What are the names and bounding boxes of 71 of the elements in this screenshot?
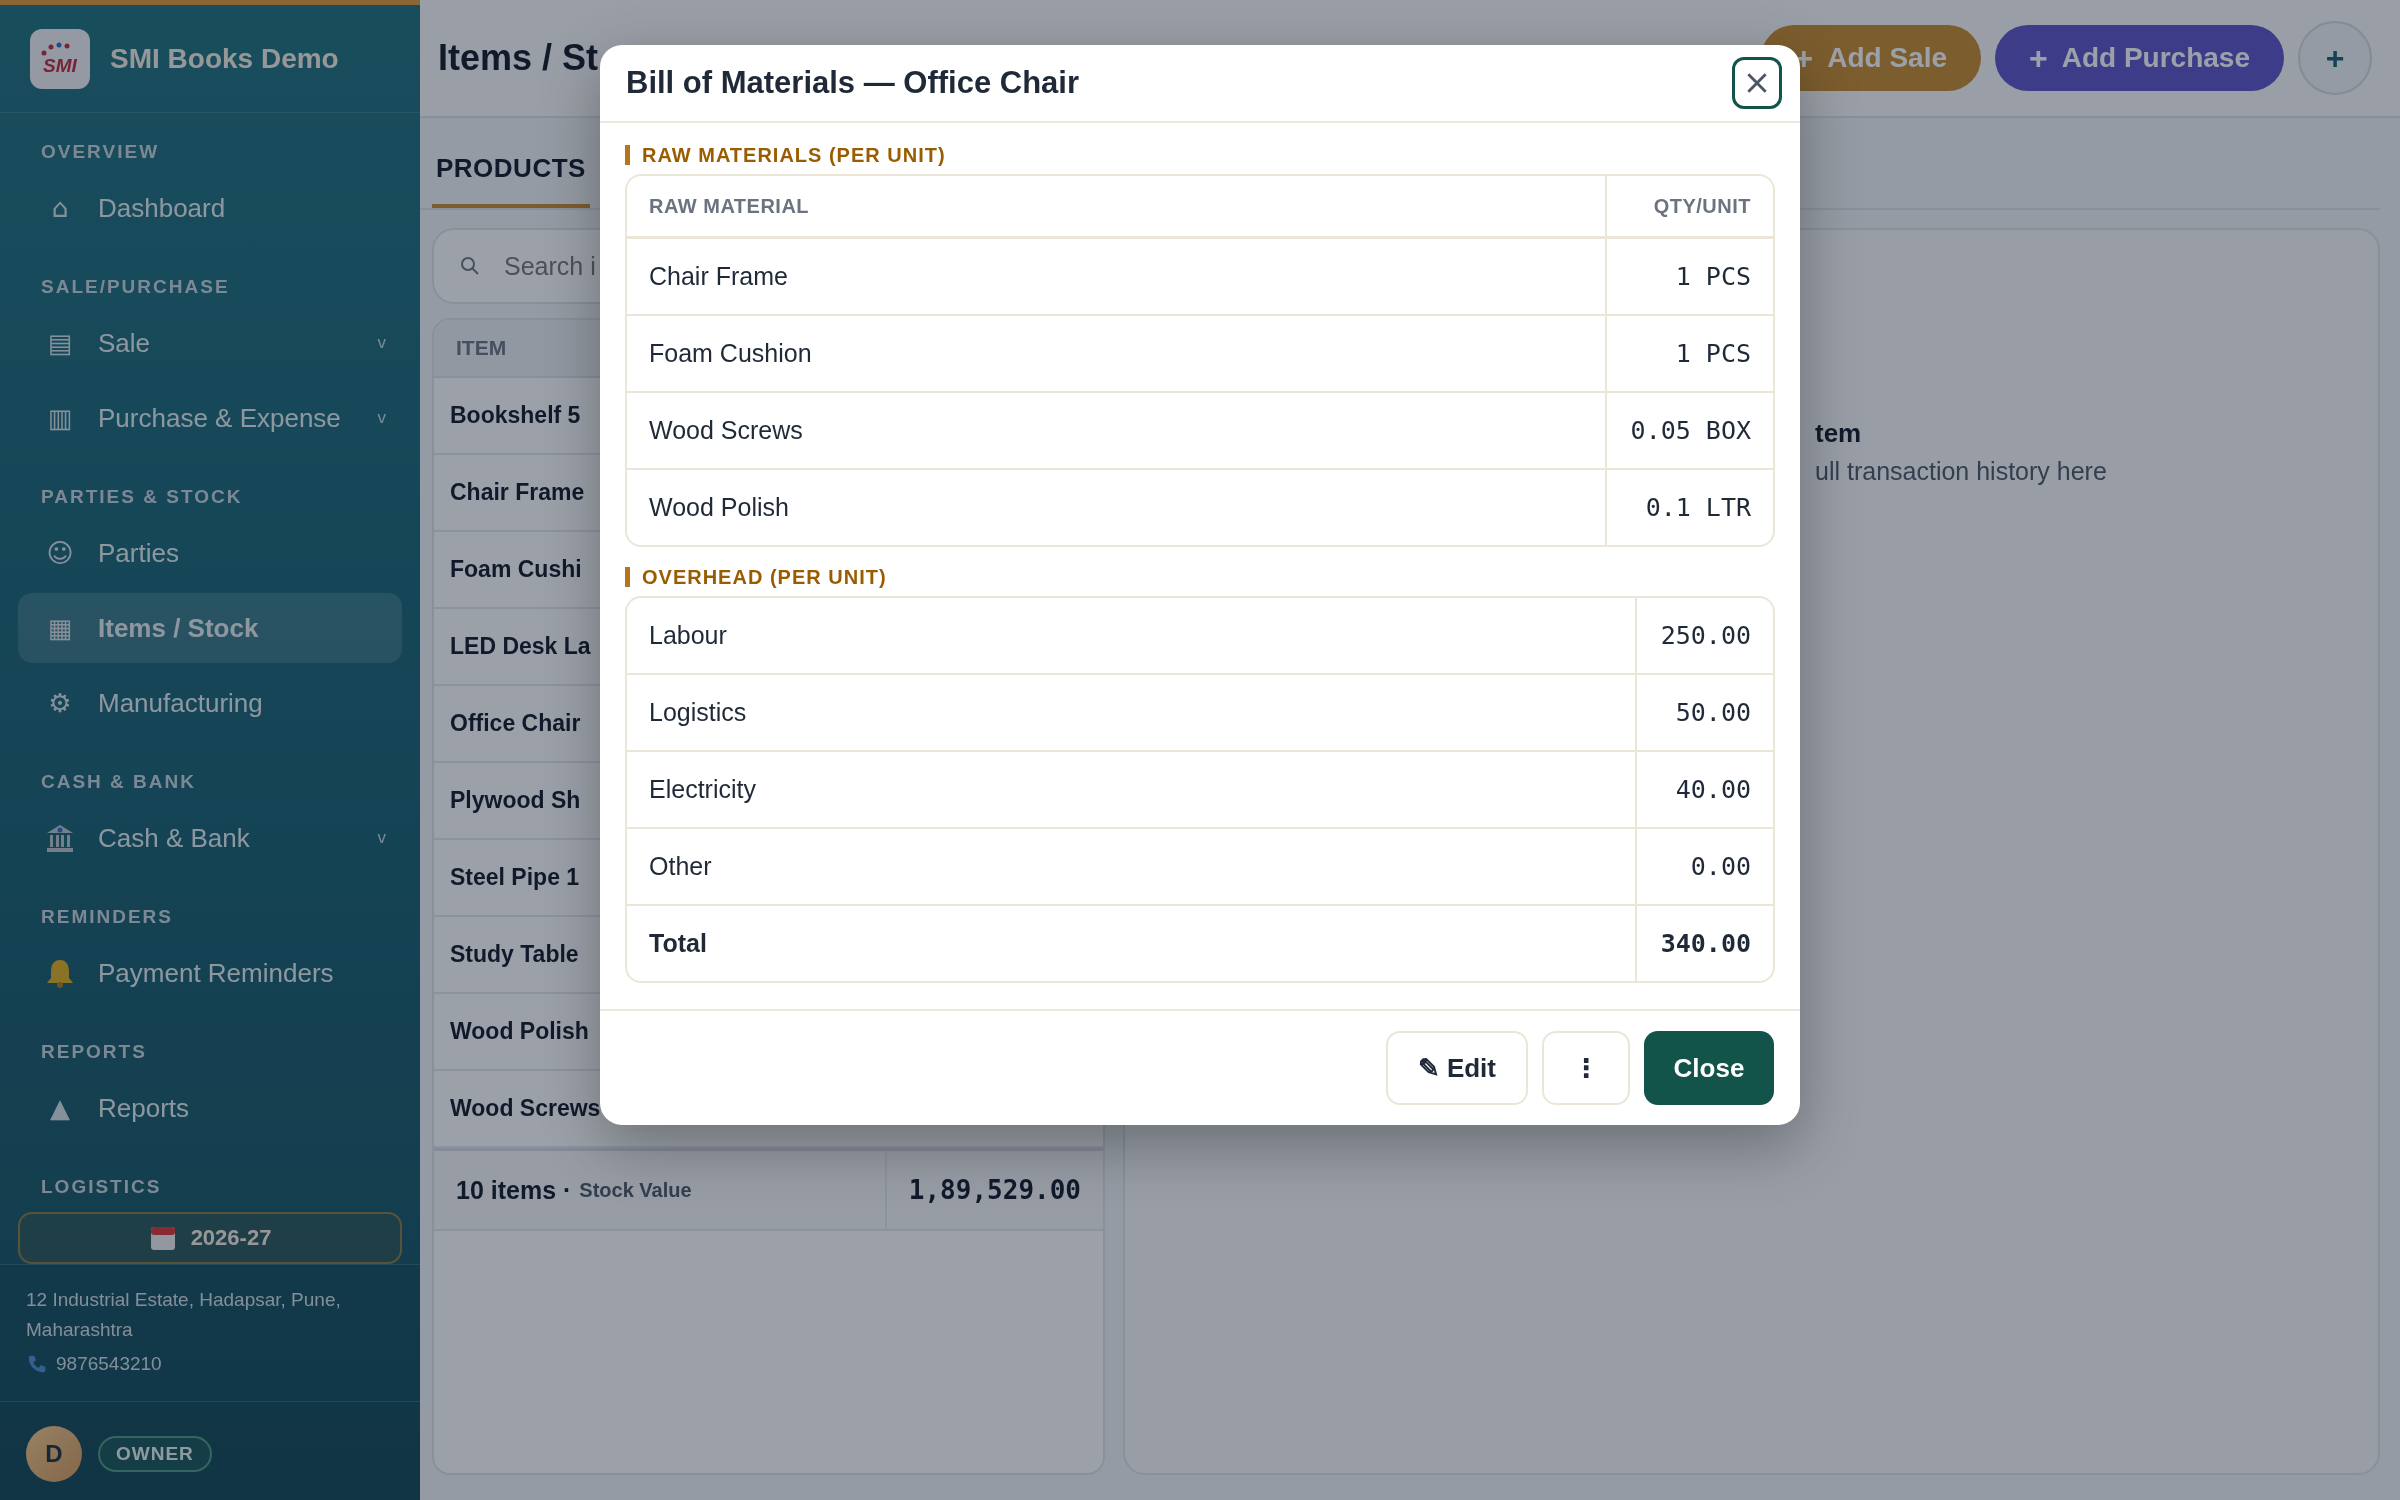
nav-item[interactable]: ▤ Sale v [18,308,402,378]
tab[interactable]: PRODUCTS [432,153,590,208]
calendar-icon [148,1224,177,1252]
more-button[interactable]: ⋮ [1542,1031,1630,1105]
page-title: Items / St [438,37,599,79]
chevron-icon: v [377,828,386,848]
section-heading: PARTIES & STOCK [40,485,244,509]
nav-item[interactable]: ⚙ Manufacturing [18,668,402,738]
section-title: OVERHEAD (PER UNIT) [625,567,1775,587]
table-cell: Labour [627,598,1635,675]
empty-title: tem [1815,418,1863,449]
bell-icon [44,957,76,989]
section-heading: LOGISTICS [40,1175,163,1199]
close-button[interactable]: Close [1644,1031,1774,1105]
nav-icon: ⚙ [44,688,76,718]
nav-icon: ▦ [44,613,76,643]
table-cell: Other [627,829,1635,906]
app-name: SMI Books Demo [110,42,339,75]
section-heading: CASH & BANK [40,770,197,794]
table-cell-text: Wood Polish [648,492,790,523]
nav-item[interactable]: Payment Reminders [18,938,402,1008]
close-button[interactable] [1732,57,1782,109]
nav-item[interactable]: Cash & Bank v [18,803,402,873]
table-cell: 250.00 [1635,598,1773,675]
table-cell: 0.05 BOX [1605,393,1773,470]
table-cell: Electricity [627,752,1635,829]
search-icon [460,256,480,276]
table-cell: 1 PCS [1605,239,1773,316]
nav-item[interactable]: ☺ Parties [18,518,402,588]
table-cell: 0.1 LTR [1605,470,1773,545]
user-avatar[interactable]: D [26,1426,82,1482]
phone-icon [26,1353,48,1375]
add-icon-button[interactable]: + [2298,21,2372,95]
company-phone: 9876543210 [56,1352,162,1376]
table-cell: 340.00 [1635,906,1773,981]
table-cell: 50.00 [1635,675,1773,752]
empty-subtitle: ull transaction history here [1815,457,2108,486]
item-count: 10 items · [456,1175,572,1205]
table-cell: Chair Frame [627,239,1605,316]
chevron-icon: v [377,333,386,353]
company-address: 12 Industrial Estate, Hadapsar, Pune, Maharashtra [26,1288,342,1342]
table-cell: Wood Screws [627,393,1605,470]
nav-icon: ▥ [44,403,76,433]
column-header: QTY/UNIT [1605,176,1773,239]
bank-icon [44,822,76,854]
nav-item[interactable]: ▥ Purchase & Expense v [18,383,402,453]
table-cell-text: Total [648,928,708,959]
nav-icon: ▲ [44,1093,76,1123]
app-logo: SMI [30,28,90,89]
section-heading: REPORTS [40,1040,148,1064]
section-heading: OVERVIEW [40,140,161,164]
table-cell: Foam Cushion [627,316,1605,393]
table-cell: 0.00 [1635,829,1773,906]
stock-value: 1,89,529.00 [907,1174,1082,1207]
table-cell: 1 PCS [1605,316,1773,393]
section-heading: SALE/PURCHASE [40,275,231,299]
section-heading: REMINDERS [40,905,174,929]
nav-item[interactable]: ⌂ Dashboard [18,173,402,243]
section-title: RAW MATERIALS (PER UNIT) [625,145,1775,165]
table-cell: Logistics [627,675,1635,752]
stock-value-label: Stock Value [579,1178,692,1202]
nav-icon: ☺ [44,538,76,568]
edit-button[interactable]: ✎ Edit [1385,1031,1528,1105]
chevron-icon: v [377,408,386,428]
dialog-title: Bill of Materials — Office Chair [626,65,1080,101]
nav-icon: ▤ [44,328,76,358]
nav-icon: ⌂ [44,193,76,223]
nav-item[interactable]: ▲ Reports [18,1073,402,1143]
table-cell: 40.00 [1635,752,1773,829]
add-button[interactable]: + Add Purchase [1995,25,2284,91]
column-header: RAW MATERIAL [627,176,1605,239]
